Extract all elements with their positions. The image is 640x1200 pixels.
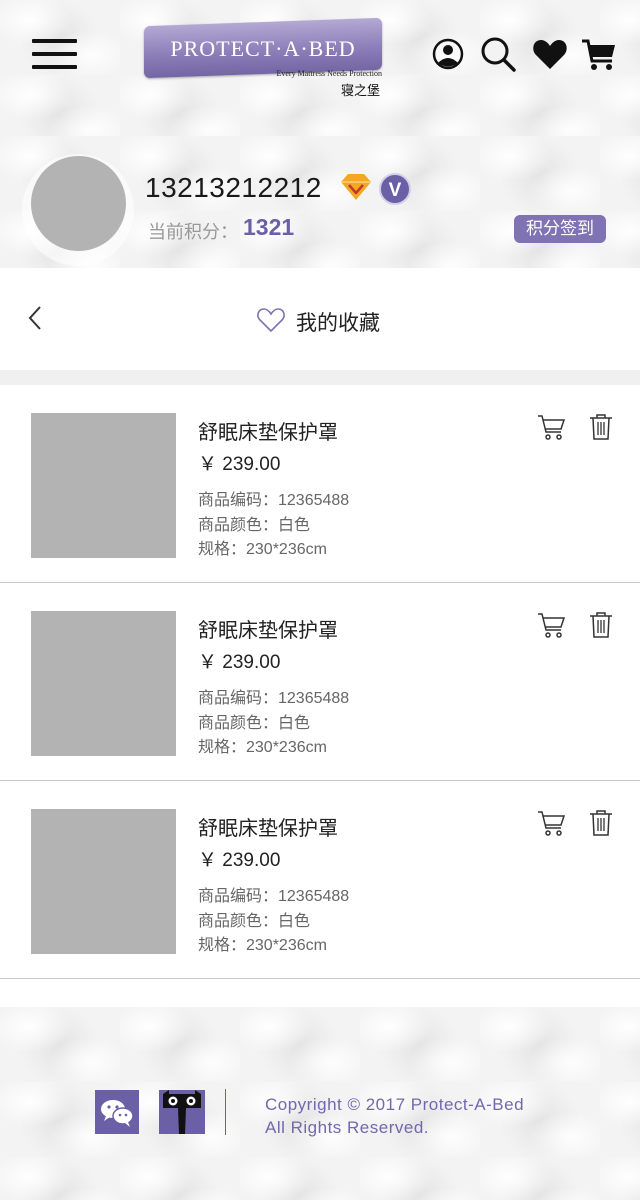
- product-size: 规格：230*236cm: [198, 541, 327, 558]
- product-name[interactable]: 舒眠床垫保护罩: [198, 416, 338, 445]
- logo-text: PROTECT·A·BED: [170, 36, 356, 61]
- search-icon: [481, 37, 516, 72]
- tmall-button[interactable]: [159, 1090, 205, 1134]
- product-image[interactable]: [31, 413, 176, 558]
- delete-button[interactable]: [587, 808, 615, 838]
- favorite-item[interactable]: 舒眠床垫保护罩 ￥ 239.00 商品编码：12365488 商品颜色：白色 规…: [0, 781, 640, 979]
- cart-button[interactable]: [579, 34, 619, 74]
- search-button[interactable]: [478, 34, 518, 74]
- product-name[interactable]: 舒眠床垫保护罩: [198, 614, 338, 643]
- footer: Copyright © 2017 Protect-A-Bed All Right…: [0, 1007, 640, 1200]
- add-to-cart-button[interactable]: [536, 808, 566, 838]
- product-code: 商品编码：12365488: [198, 492, 350, 509]
- logo-tagline: Every Mattress Needs Protection: [276, 69, 382, 78]
- cart-add-icon: [538, 613, 566, 638]
- vip-icon: V: [379, 173, 411, 205]
- tmall-icon: [163, 1090, 201, 1134]
- avatar[interactable]: [31, 156, 126, 251]
- heart-outline-icon: [256, 306, 286, 334]
- points-signin-button[interactable]: 积分签到: [514, 215, 606, 243]
- wechat-button[interactable]: [95, 1090, 139, 1134]
- diamond-icon: [340, 172, 372, 202]
- points-label: 当前积分：: [148, 222, 238, 242]
- user-account-button[interactable]: [428, 34, 468, 74]
- product-code: 商品编码：12365488: [198, 690, 350, 707]
- delete-button[interactable]: [587, 412, 615, 442]
- back-icon: [28, 306, 41, 330]
- product-price: ￥ 239.00: [198, 850, 281, 871]
- favorites-list: 舒眠床垫保护罩 ￥ 239.00 商品编码：12365488 商品颜色：白色 规…: [0, 385, 640, 979]
- favorite-item[interactable]: 舒眠床垫保护罩 ￥ 239.00 商品编码：12365488 商品颜色：白色 规…: [0, 385, 640, 583]
- copyright-line: Copyright © 2017 Protect-A-Bed: [265, 1095, 525, 1114]
- page-title-bar: 我的收藏: [0, 268, 640, 370]
- delete-button[interactable]: [587, 610, 615, 640]
- profile-panel: 13213212212 V 当前积分： 1321 积分签到: [0, 136, 640, 268]
- copyright-text: Copyright © 2017 Protect-A-Bed All Right…: [265, 1093, 524, 1139]
- page-title: 我的收藏: [296, 312, 380, 335]
- product-size: 规格：230*236cm: [198, 739, 327, 756]
- cart-add-icon: [538, 415, 566, 440]
- section-separator: [0, 370, 640, 385]
- product-price: ￥ 239.00: [198, 652, 281, 673]
- trash-icon: [590, 414, 612, 440]
- trash-icon: [590, 612, 612, 638]
- heart-icon: [533, 40, 567, 69]
- product-color: 商品颜色：白色: [198, 913, 311, 930]
- wechat-icon: [101, 1100, 134, 1127]
- product-image[interactable]: [31, 809, 176, 954]
- favorite-item[interactable]: 舒眠床垫保护罩 ￥ 239.00 商品编码：12365488 商品颜色：白色 规…: [0, 583, 640, 781]
- brand-logo[interactable]: PROTECT·A·BED Every Mattress Needs Prote…: [144, 17, 384, 98]
- header: PROTECT·A·BED Every Mattress Needs Prote…: [0, 0, 640, 136]
- product-color: 商品颜色：白色: [198, 517, 311, 534]
- add-to-cart-button[interactable]: [536, 412, 566, 442]
- menu-icon: [32, 39, 77, 43]
- product-color: 商品颜色：白色: [198, 715, 311, 732]
- menu-icon-bar: [32, 65, 77, 69]
- rights-line: All Rights Reserved.: [265, 1118, 430, 1137]
- menu-icon-bar: [32, 52, 77, 56]
- username: 13213212212: [145, 172, 322, 203]
- logo-chinese-name: 寝之堡: [340, 83, 380, 98]
- menu-button[interactable]: [32, 39, 78, 69]
- points-value: 1321: [243, 214, 295, 240]
- svg-text:V: V: [389, 180, 402, 201]
- back-button[interactable]: [24, 304, 46, 332]
- trash-icon: [590, 810, 612, 836]
- user-icon: [432, 38, 464, 70]
- product-image[interactable]: [31, 611, 176, 756]
- cart-icon: [582, 39, 615, 70]
- cart-add-icon: [538, 811, 566, 836]
- footer-divider: [225, 1089, 226, 1135]
- product-size: 规格：230*236cm: [198, 937, 327, 954]
- add-to-cart-button[interactable]: [536, 610, 566, 640]
- product-price: ￥ 239.00: [198, 454, 281, 475]
- product-code: 商品编码：12365488: [198, 888, 350, 905]
- product-name[interactable]: 舒眠床垫保护罩: [198, 812, 338, 841]
- favorites-button[interactable]: [530, 34, 570, 74]
